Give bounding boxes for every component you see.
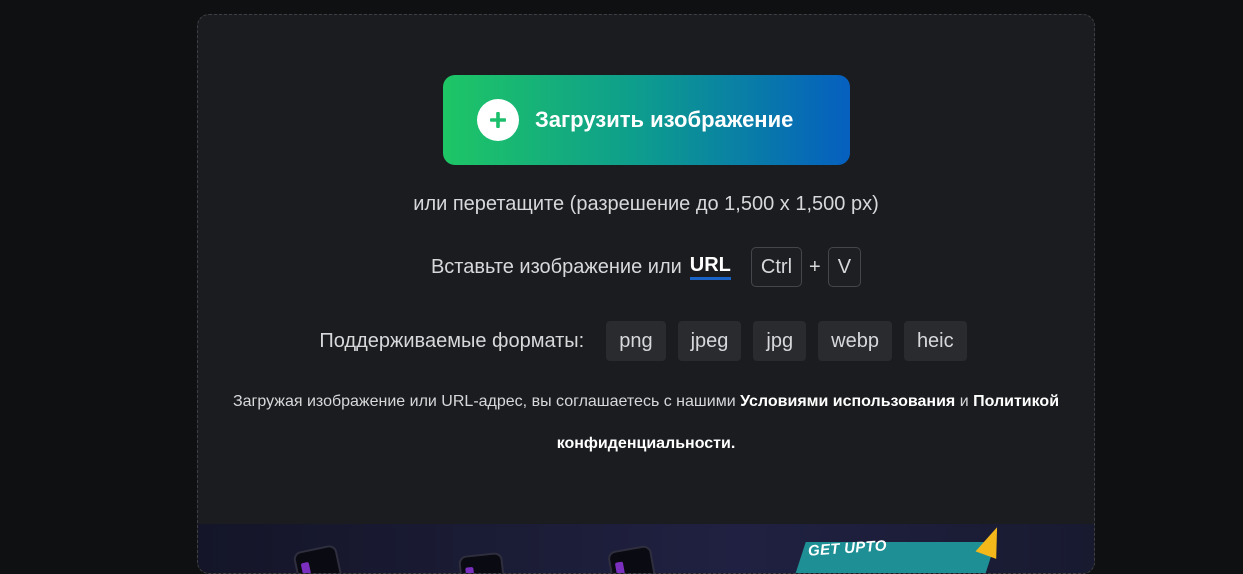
format-chip-png: png (606, 321, 666, 361)
terms-prefix: Загружая изображение или URL-адрес, вы с… (232, 393, 736, 410)
terms-and: и (959, 393, 969, 410)
upload-image-button[interactable]: Загрузить изображение (443, 75, 850, 165)
supported-formats: Поддерживаемые форматы: png jpeg jpg web… (198, 321, 1094, 361)
phone-graphic (458, 551, 506, 573)
upload-button-label: Загрузить изображение (535, 107, 794, 132)
plus-sign: + (809, 255, 821, 278)
upload-dropzone[interactable]: Загрузить изображение или перетащите (ра… (197, 14, 1095, 574)
v-key-badge: V (827, 247, 862, 287)
formats-label: Поддерживаемые форматы: (319, 329, 585, 352)
format-chip-heic: heic (903, 321, 967, 361)
format-chip-jpg: jpg (753, 321, 807, 361)
paste-hint-text: Вставьте изображение или (430, 255, 682, 278)
terms-notice: Загружая изображение или URL-адрес, вы с… (198, 381, 1094, 465)
phone-graphic (606, 544, 658, 573)
phone-graphic (292, 543, 344, 573)
terms-of-use-link[interactable]: Условиями использования (740, 393, 955, 410)
drag-hint-text: или перетащите (разрешение до 1,500 x 1,… (413, 193, 879, 215)
paste-row: Вставьте изображение или URL Ctrl + V (198, 247, 1094, 287)
url-link[interactable]: URL (689, 254, 731, 280)
ctrl-key-badge: Ctrl (750, 247, 803, 287)
plus-icon (477, 99, 519, 141)
format-chip-jpeg: jpeg (677, 321, 742, 361)
format-chip-webp: webp (818, 321, 892, 361)
promo-banner[interactable]: GET UPTO (198, 524, 1094, 573)
